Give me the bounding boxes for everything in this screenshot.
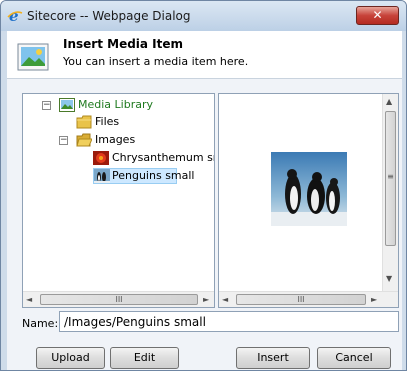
- dialog-subheading: You can insert a media item here.: [63, 55, 249, 68]
- tree-item-chrysanthemum[interactable]: Chrysanthemum small: [93, 150, 214, 166]
- scroll-up-arrow-icon[interactable]: ▲: [386, 97, 392, 106]
- tree-item-penguins-selected[interactable]: Penguins small: [93, 168, 195, 184]
- scroll-down-arrow-icon[interactable]: ▼: [386, 274, 392, 283]
- tree-item-label: Files: [95, 115, 120, 128]
- tree-item-label: Images: [95, 133, 136, 146]
- media-tree-panel[interactable]: − Media Library Files − Images Chrysanth…: [22, 93, 215, 308]
- dialog-header: Insert Media Item You can insert a media…: [7, 31, 402, 79]
- scroll-thumb[interactable]: III: [236, 294, 366, 305]
- folder-icon: [76, 115, 92, 129]
- preview-vertical-scrollbar[interactable]: ▲ ≡ ▼: [382, 94, 398, 291]
- scroll-thumb[interactable]: III: [40, 294, 198, 305]
- collapse-toggle[interactable]: −: [42, 101, 51, 110]
- internet-explorer-icon: e: [7, 7, 23, 25]
- dialog-heading: Insert Media Item: [63, 37, 184, 51]
- penguin-image-icon: [94, 169, 110, 183]
- name-label: Name:: [22, 317, 59, 330]
- penguins-preview-image: [271, 152, 347, 226]
- tree-item-label: Media Library: [78, 98, 153, 111]
- tree-item-label: Chrysanthemum small: [112, 151, 214, 164]
- grip-icon: ≡: [387, 172, 394, 181]
- insert-button[interactable]: Insert: [236, 347, 310, 369]
- dialog-window: e Sitecore -- Webpage Dialog ✕ Insert Me…: [0, 0, 407, 371]
- preview-panel: ▲ ≡ ▼ ◄ III ►: [218, 93, 399, 308]
- tree-item-files[interactable]: Files: [76, 114, 176, 130]
- scroll-left-arrow-icon[interactable]: ◄: [222, 295, 228, 304]
- title-bar[interactable]: e Sitecore -- Webpage Dialog ✕: [1, 1, 406, 31]
- media-picture-icon: [17, 43, 49, 71]
- svg-text:e: e: [9, 8, 19, 24]
- scroll-right-arrow-icon[interactable]: ►: [371, 295, 377, 304]
- window-title: Sitecore -- Webpage Dialog: [27, 9, 191, 23]
- media-library-icon: [59, 98, 75, 112]
- cancel-button[interactable]: Cancel: [317, 347, 391, 369]
- flower-image-icon: [93, 151, 109, 165]
- scroll-thumb[interactable]: ≡: [385, 111, 396, 246]
- close-button[interactable]: ✕: [356, 6, 399, 25]
- tree-horizontal-scrollbar[interactable]: ◄ III ►: [23, 291, 214, 307]
- tree-item-label: Penguins small: [112, 169, 195, 182]
- scroll-right-arrow-icon[interactable]: ►: [203, 295, 209, 304]
- grip-icon: III: [297, 295, 305, 304]
- grip-icon: III: [115, 295, 123, 304]
- dialog-content: − Media Library Files − Images Chrysanth…: [7, 79, 402, 370]
- collapse-toggle[interactable]: −: [59, 136, 68, 145]
- upload-button[interactable]: Upload: [36, 347, 105, 369]
- scroll-left-arrow-icon[interactable]: ◄: [26, 295, 32, 304]
- tree-item-media-library[interactable]: − Media Library: [42, 97, 212, 113]
- preview-horizontal-scrollbar[interactable]: ◄ III ►: [219, 291, 398, 307]
- folder-open-icon: [76, 133, 93, 147]
- edit-button[interactable]: Edit: [110, 347, 179, 369]
- tree-item-images[interactable]: − Images: [59, 132, 179, 148]
- name-input[interactable]: [59, 311, 399, 332]
